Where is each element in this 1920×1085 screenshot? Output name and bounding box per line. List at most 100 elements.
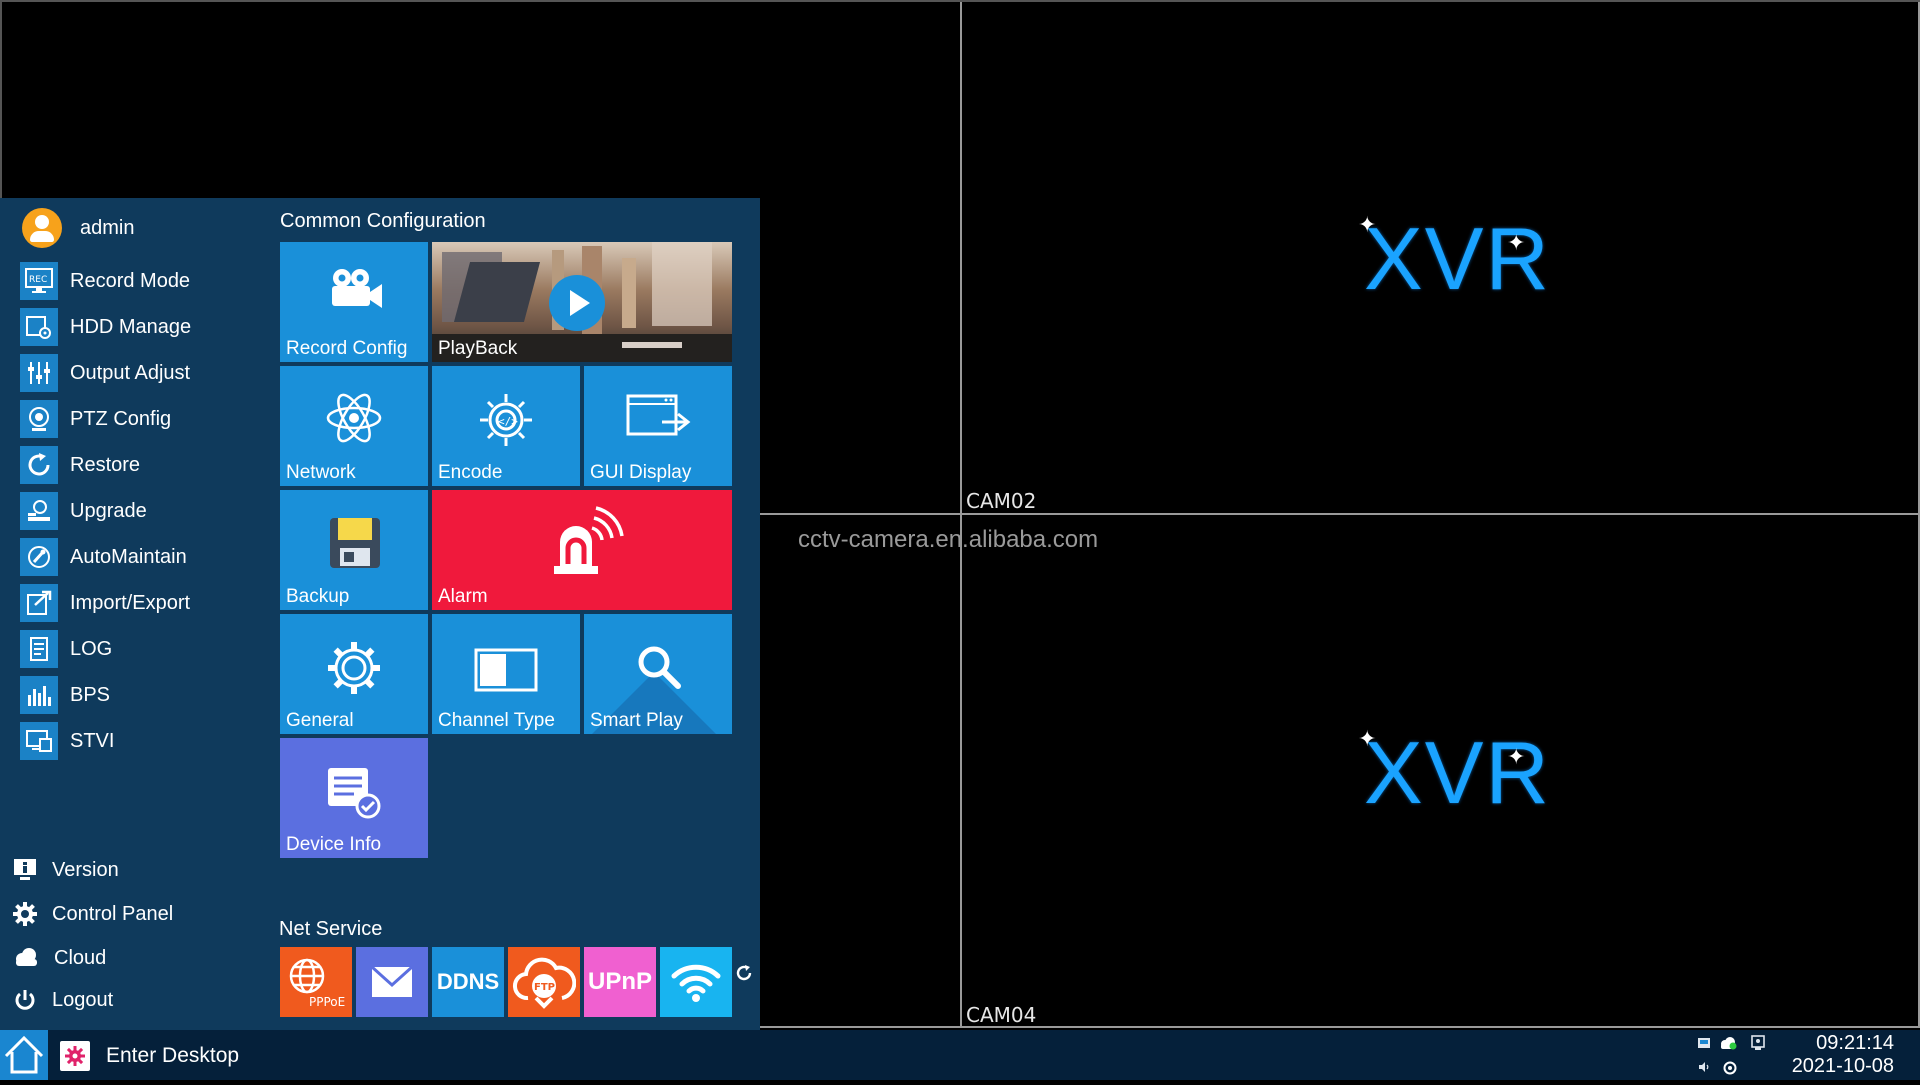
rec-monitor-icon: REC — [20, 262, 58, 300]
common-configuration-title: Common Configuration — [280, 210, 486, 232]
sidebar-item-automaintain[interactable]: AutoMaintain — [20, 537, 187, 577]
ptz-camera-icon — [20, 400, 58, 438]
svg-text:</>: </> — [498, 415, 518, 428]
user-profile[interactable]: admin — [22, 206, 134, 250]
desktop-gear-icon — [60, 1041, 90, 1071]
device-info-tile[interactable]: Device Info — [280, 738, 428, 858]
user-name: admin — [80, 216, 135, 239]
taskbar: Enter Desktop 09:21:14 2021-10-08 — [0, 1030, 1920, 1080]
camera-label: CAM02 — [966, 489, 1037, 513]
gear-icon — [13, 902, 37, 926]
clock-date: 2021-10-08 — [1791, 1055, 1894, 1077]
email-tile[interactable] — [356, 947, 428, 1017]
ftp-cloud-icon: FTP — [513, 957, 576, 1009]
xvr-logo: XVR — [1364, 723, 1551, 822]
sidebar-item-label: LOG — [70, 637, 113, 660]
logout-label: Logout — [52, 988, 114, 1011]
record-config-tile[interactable]: Record Config — [280, 242, 428, 362]
alarm-siren-icon — [554, 506, 624, 574]
ddns-label: DDNS — [436, 969, 500, 994]
start-menu: admin REC Record Mode HDD Manage Output … — [0, 198, 760, 1030]
network-tile[interactable]: Network — [280, 366, 428, 486]
stvi-monitor-icon — [20, 722, 58, 760]
tile-label: Alarm — [438, 586, 488, 607]
sidebar-item-stvi[interactable]: STVI — [20, 721, 114, 761]
wifi-tile[interactable] — [660, 947, 732, 1017]
sidebar-item-restore[interactable]: Restore — [20, 445, 140, 485]
gui-display-tile[interactable]: GUI Display — [584, 366, 732, 486]
sidebar-item-ptz-config[interactable]: PTZ Config — [20, 399, 171, 439]
sidebar-item-label: STVI — [70, 729, 115, 752]
power-icon — [15, 990, 35, 1010]
sidebar-item-label: HDD Manage — [70, 315, 192, 338]
sidebar-item-label: Import/Export — [70, 591, 191, 614]
sidebar-item-upgrade[interactable]: Upgrade — [20, 491, 147, 531]
home-icon — [4, 1035, 44, 1074]
sidebar-item-hdd-manage[interactable]: HDD Manage — [20, 307, 191, 347]
enter-desktop-button[interactable]: Enter Desktop — [60, 1040, 239, 1072]
refresh-icon[interactable] — [735, 964, 753, 982]
channel-split-icon — [474, 648, 538, 692]
settings-status-icon[interactable] — [1722, 1060, 1738, 1076]
pppoe-globe-icon: PPPoE — [289, 958, 345, 1009]
pppoe-tile[interactable]: PPPoE — [280, 947, 352, 1017]
sidebar-item-label: AutoMaintain — [70, 545, 187, 568]
tile-label: Device Info — [286, 834, 382, 855]
watermark: cctv-camera.en.alibaba.com — [798, 526, 1099, 553]
network-status-icon[interactable] — [1697, 1036, 1711, 1050]
grid-divider — [760, 1026, 1920, 1028]
version-button[interactable]: Version — [12, 853, 119, 887]
wifi-icon — [671, 964, 721, 1002]
sidebar-item-log[interactable]: LOG — [20, 629, 112, 669]
tile-label: Smart Play — [590, 710, 683, 731]
log-icon — [20, 630, 58, 668]
ddns-tile[interactable]: DDNS — [432, 947, 504, 1017]
cloud-icon — [16, 948, 37, 966]
camera-view-2[interactable]: XVR ✦ ✦ CAM02 — [962, 0, 1920, 514]
smart-play-tile[interactable]: Smart Play — [584, 614, 732, 734]
alarm-tile[interactable]: Alarm — [432, 490, 732, 610]
upgrade-icon — [20, 492, 58, 530]
channel-type-tile[interactable]: Channel Type — [432, 614, 580, 734]
upnp-tile[interactable]: UPnP — [584, 947, 656, 1017]
backup-tile[interactable]: Backup — [280, 490, 428, 610]
logout-button[interactable]: Logout — [12, 983, 113, 1017]
control-panel-button[interactable]: Control Panel — [12, 897, 173, 931]
play-icon — [549, 275, 605, 331]
encode-tile[interactable]: </> Encode — [432, 366, 580, 486]
tile-label: General — [286, 710, 354, 731]
tile-label: Record Config — [286, 338, 408, 359]
email-icon — [370, 965, 414, 997]
avatar — [22, 208, 62, 248]
ftp-tile[interactable]: FTP — [508, 947, 580, 1017]
video-camera-icon — [332, 269, 382, 308]
home-button[interactable] — [0, 1030, 48, 1080]
ftp-label: FTP — [534, 982, 555, 993]
sidebar-item-bps[interactable]: BPS — [20, 675, 110, 715]
volume-icon[interactable] — [1697, 1060, 1711, 1074]
search-icon — [638, 646, 681, 689]
recording-status-icon[interactable] — [1750, 1035, 1766, 1051]
tile-label: Channel Type — [438, 710, 555, 731]
sidebar-item-import-export[interactable]: Import/Export — [20, 583, 190, 623]
svg-text:REC: REC — [29, 275, 47, 285]
sidebar-item-label: Output Adjust — [70, 361, 191, 384]
tile-label: Encode — [438, 462, 503, 483]
sidebar-item-label: Restore — [70, 453, 141, 476]
general-tile[interactable]: General — [280, 614, 428, 734]
xvr-logo: XVR — [1364, 209, 1551, 308]
cloud-button[interactable]: Cloud — [12, 941, 106, 975]
settings-gear-icon — [328, 642, 380, 694]
bps-bars-icon — [20, 676, 58, 714]
restore-icon — [20, 446, 58, 484]
cloud-status-icon[interactable] — [1718, 1036, 1738, 1050]
clock-time: 09:21:14 — [1816, 1032, 1894, 1054]
floppy-disk-icon — [330, 518, 380, 568]
camera-view-4[interactable]: XVR ✦ ✦ CAM04 — [962, 516, 1920, 1028]
net-service-title: Net Service — [279, 918, 383, 940]
network-atom-icon — [326, 393, 382, 443]
sidebar-item-output-adjust[interactable]: Output Adjust — [20, 353, 190, 393]
pppoe-label: PPPoE — [309, 995, 345, 1009]
playback-tile[interactable]: PlayBack — [432, 242, 732, 362]
sidebar-item-record-mode[interactable]: REC Record Mode — [20, 261, 190, 301]
